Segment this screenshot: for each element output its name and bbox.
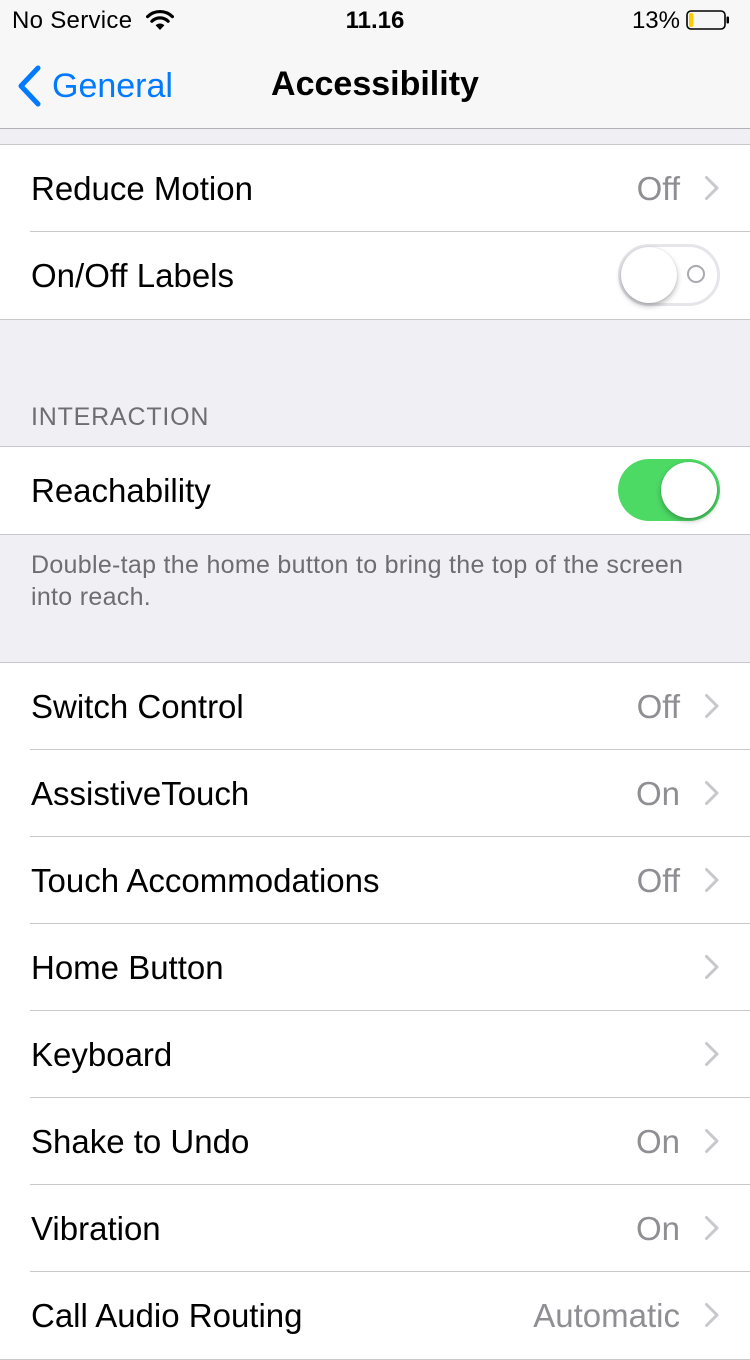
- row-label: Home Button: [31, 949, 224, 986]
- reachability-footer-text: Double-tap the home button to bring the …: [31, 551, 684, 611]
- row-value: Automatic: [533, 1297, 680, 1334]
- off-label-glyph: [687, 265, 705, 283]
- row-label: Keyboard: [31, 1036, 173, 1073]
- row-value: On: [635, 775, 680, 812]
- interaction-section-header: INTERACTION: [31, 403, 210, 431]
- assistivetouch-row[interactable]: AssistiveTouch On: [0, 749, 750, 837]
- battery-icon: [686, 10, 729, 30]
- chevron-right-icon: [705, 1129, 719, 1153]
- row-value: On: [635, 1123, 680, 1160]
- interaction-group: Reachability: [0, 446, 750, 535]
- section-header: INTERACTION: [0, 320, 750, 446]
- chevron-right-icon: [705, 781, 719, 805]
- reachability-toggle[interactable]: [618, 459, 720, 521]
- chevron-right-icon: [705, 955, 719, 979]
- chevron-right-icon: [705, 1216, 719, 1240]
- status-bar: No Service 11.16 13%: [0, 0, 750, 40]
- scroll-gap: [0, 129, 750, 144]
- chevron-right-icon: [705, 1303, 719, 1327]
- row-value: Off: [636, 688, 680, 725]
- row-value: Off: [636, 170, 680, 207]
- chevron-right-icon: [705, 176, 719, 200]
- switch-control-row[interactable]: Switch Control Off: [0, 663, 750, 750]
- vision-group: Reduce Motion Off On/Off Labels: [0, 144, 750, 320]
- reachability-row: Reachability: [0, 447, 750, 534]
- chevron-right-icon: [705, 694, 719, 718]
- row-label: Reduce Motion: [31, 170, 253, 207]
- row-label: On/Off Labels: [31, 257, 235, 294]
- row-value: Off: [636, 862, 680, 899]
- keyboard-row[interactable]: Keyboard: [0, 1010, 750, 1098]
- settings-content: Reduce Motion Off On/Off Labels INTERACT…: [0, 129, 750, 1360]
- interaction-settings-group: Switch Control Off AssistiveTouch On Tou…: [0, 662, 750, 1360]
- row-label: Call Audio Routing: [31, 1297, 303, 1334]
- vibration-row[interactable]: Vibration On: [0, 1184, 750, 1272]
- battery-percentage: 13%: [631, 7, 680, 34]
- row-label: Touch Accommodations: [31, 862, 380, 899]
- row-label: Vibration: [31, 1210, 161, 1247]
- page-title: Accessibility: [271, 65, 479, 103]
- on-off-labels-row: On/Off Labels: [0, 231, 750, 319]
- row-label: Shake to Undo: [31, 1123, 250, 1160]
- call-audio-routing-row[interactable]: Call Audio Routing Automatic: [0, 1271, 750, 1359]
- on-off-labels-toggle[interactable]: [618, 244, 720, 306]
- row-value: On: [635, 1210, 680, 1247]
- shake-to-undo-row[interactable]: Shake to Undo On: [0, 1097, 750, 1185]
- navigation-bar: General Accessibility: [0, 40, 750, 129]
- chevron-right-icon: [705, 868, 719, 892]
- reduce-motion-row[interactable]: Reduce Motion Off: [0, 145, 750, 232]
- row-label: Switch Control: [31, 688, 244, 725]
- touch-accommodations-row[interactable]: Touch Accommodations Off: [0, 836, 750, 924]
- toggle-knob: [661, 462, 717, 518]
- row-label: Reachability: [31, 472, 211, 509]
- home-button-row[interactable]: Home Button: [0, 923, 750, 1011]
- section-footer: Double-tap the home button to bring the …: [0, 535, 750, 662]
- chevron-right-icon: [705, 1042, 719, 1066]
- toggle-knob: [621, 247, 677, 303]
- row-label: AssistiveTouch: [31, 775, 250, 812]
